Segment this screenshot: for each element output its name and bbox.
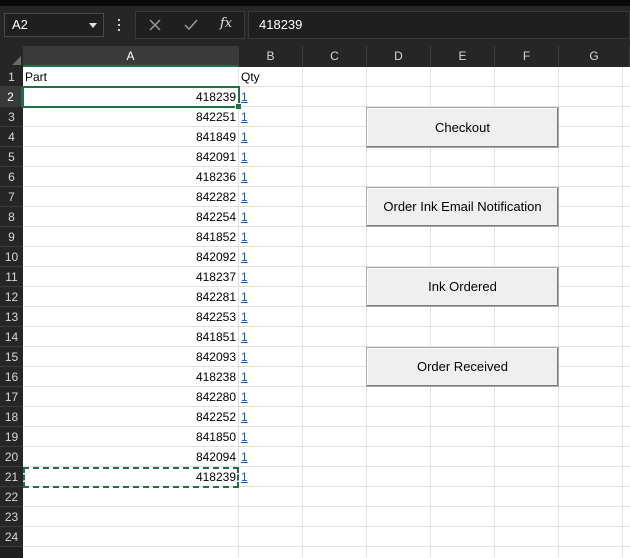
part-cell[interactable]: 841849 (23, 127, 239, 147)
part-cell[interactable]: 418238 (23, 367, 239, 387)
qty-link-cell[interactable]: 1 (239, 447, 303, 467)
qty-link-cell[interactable]: 1 (239, 307, 303, 327)
column-header-e[interactable]: E (431, 46, 495, 67)
row-header[interactable]: 2 (0, 87, 23, 107)
row-header[interactable]: 10 (0, 247, 23, 267)
part-cell[interactable]: 418239 (23, 87, 239, 107)
qty-link-cell[interactable]: 1 (239, 287, 303, 307)
row-header[interactable]: 1 (0, 67, 23, 87)
qty-link-cell[interactable]: 1 (239, 407, 303, 427)
column-header-g[interactable]: G (559, 46, 630, 67)
name-box[interactable]: A2 (4, 13, 104, 37)
cancel-icon[interactable] (148, 18, 162, 32)
qty-link-cell[interactable]: 1 (239, 367, 303, 387)
part-cell[interactable]: 418236 (23, 167, 239, 187)
row-header[interactable]: 8 (0, 207, 23, 227)
row-header[interactable]: 7 (0, 187, 23, 207)
row-header[interactable]: 12 (0, 287, 23, 307)
qty-link-cell[interactable]: 1 (239, 467, 303, 487)
row-header[interactable]: 19 (0, 427, 23, 447)
more-options-icon[interactable] (115, 14, 123, 36)
part-cell[interactable]: 842092 (23, 247, 239, 267)
part-cell[interactable]: 842093 (23, 347, 239, 367)
part-cell[interactable]: 418237 (23, 267, 239, 287)
formula-input[interactable]: 418239 (248, 11, 630, 39)
column-header-a[interactable]: A (23, 46, 239, 67)
row-header[interactable]: 18 (0, 407, 23, 427)
part-cell[interactable]: 842094 (23, 447, 239, 467)
column-header-c[interactable]: C (303, 46, 367, 67)
row-header[interactable]: 6 (0, 167, 23, 187)
qty-link-cell[interactable]: 1 (239, 187, 303, 207)
qty-link-cell[interactable]: 1 (239, 167, 303, 187)
row-header[interactable]: 11 (0, 267, 23, 287)
qty-link-cell[interactable]: 1 (239, 87, 303, 107)
part-cell[interactable]: 841852 (23, 227, 239, 247)
qty-link-cell[interactable]: 1 (239, 247, 303, 267)
insert-function-button[interactable]: fx (220, 16, 232, 31)
name-box-value: A2 (12, 17, 28, 32)
qty-link-cell[interactable]: 1 (239, 107, 303, 127)
qty-link-cell[interactable]: 1 (239, 267, 303, 287)
row-header[interactable]: 15 (0, 347, 23, 367)
row-header[interactable]: 23 (0, 507, 23, 527)
part-cell[interactable]: 841850 (23, 427, 239, 447)
order-received-button[interactable]: Order Received (366, 347, 559, 387)
formula-bar: A2 fx 418239 (0, 6, 630, 46)
qty-link-cell[interactable]: 1 (239, 207, 303, 227)
header-cell-qty[interactable]: Qty (239, 67, 303, 87)
row-header[interactable]: 20 (0, 447, 23, 467)
checkout-button[interactable]: Checkout (366, 107, 559, 148)
part-cell[interactable]: 842252 (23, 407, 239, 427)
qty-link-cell[interactable]: 1 (239, 347, 303, 367)
row-header[interactable]: 16 (0, 367, 23, 387)
cell-area[interactable]: Part Qty 418239 842251 841849 842091 418… (22, 67, 630, 558)
qty-link-cell[interactable]: 1 (239, 387, 303, 407)
row-header[interactable]: 14 (0, 327, 23, 347)
column-header-b[interactable]: B (239, 46, 303, 67)
part-cell[interactable]: 842280 (23, 387, 239, 407)
part-cell[interactable]: 842254 (23, 207, 239, 227)
ink-ordered-button[interactable]: Ink Ordered (366, 267, 559, 307)
row-header[interactable]: 22 (0, 487, 23, 507)
row-header[interactable]: 13 (0, 307, 23, 327)
order-ink-email-notification-button[interactable]: Order Ink Email Notification (366, 187, 559, 227)
qty-link-cell[interactable]: 1 (239, 327, 303, 347)
row-header[interactable]: 17 (0, 387, 23, 407)
row-header[interactable]: 9 (0, 227, 23, 247)
qty-link-cell[interactable]: 1 (239, 127, 303, 147)
chevron-down-icon[interactable] (89, 23, 97, 28)
qty-link-cell[interactable]: 1 (239, 427, 303, 447)
part-cell[interactable]: 418239 (23, 467, 239, 487)
row-header[interactable]: 4 (0, 127, 23, 147)
part-cell[interactable]: 841851 (23, 327, 239, 347)
row-header[interactable]: 3 (0, 107, 23, 127)
formula-controls: fx (135, 11, 245, 39)
part-cell[interactable]: 842282 (23, 187, 239, 207)
part-cell[interactable]: 842281 (23, 287, 239, 307)
row-header[interactable]: 24 (0, 527, 23, 547)
part-cell[interactable]: 842251 (23, 107, 239, 127)
column-header-d[interactable]: D (367, 46, 431, 67)
row-header[interactable]: 5 (0, 147, 23, 167)
check-icon[interactable] (184, 18, 198, 32)
select-all-button[interactable] (0, 46, 23, 67)
column-header-f[interactable]: F (495, 46, 559, 67)
part-cell[interactable]: 842091 (23, 147, 239, 167)
qty-link-cell[interactable]: 1 (239, 227, 303, 247)
header-cell-part[interactable]: Part (23, 67, 239, 87)
qty-link-cell[interactable]: 1 (239, 147, 303, 167)
row-header[interactable]: 21 (0, 467, 23, 487)
spreadsheet-grid: A B C D E F G 1 2 3 4 5 6 7 8 9 10 11 12… (0, 46, 630, 558)
part-cell[interactable]: 842253 (23, 307, 239, 327)
